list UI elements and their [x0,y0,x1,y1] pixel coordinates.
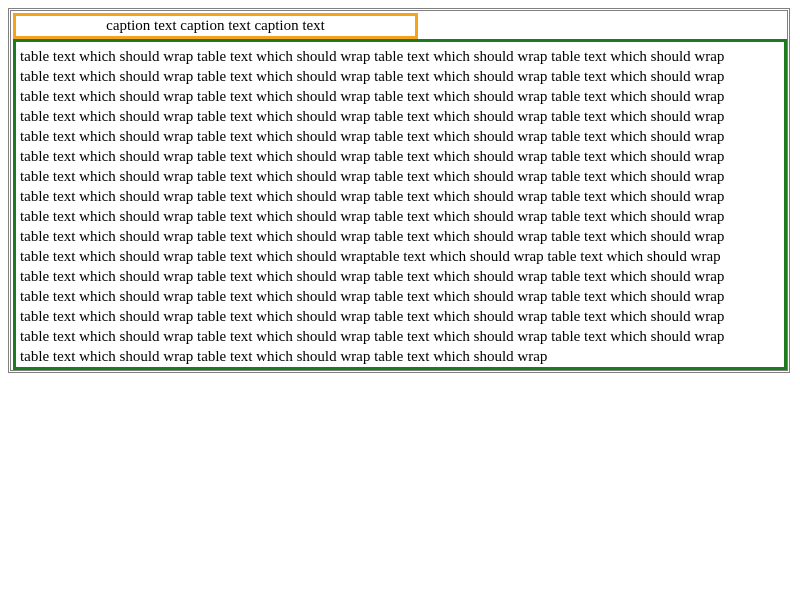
table-text-line: table text which should wrap table text … [20,269,725,285]
table-text-line: table text which should wrap table text … [20,209,725,225]
table-text-line: table text which should wrap table text … [20,129,725,145]
table-text-line: table text which should wrap table text … [20,229,725,245]
table-cell: table text which should wrap table text … [13,39,787,370]
table-caption: caption text caption text caption text [13,13,418,39]
table-text-line: table text which should wrap table text … [20,49,725,65]
table-text-line: table text which should wrap table text … [20,289,725,305]
caption-text: caption text caption text caption text [106,17,325,34]
table-text-line: table text which should wrap table text … [20,149,725,165]
table-text-line: table text which should wrap table text … [20,349,548,365]
table-text-line: table text which should wrap table text … [20,249,721,265]
table-text-line: table text which should wrap table text … [20,309,725,325]
table-text-line: table text which should wrap table text … [20,89,725,105]
table-text-line: table text which should wrap table text … [20,169,725,185]
table-text-line: table text which should wrap table text … [20,189,725,205]
table-text-line: table text which should wrap table text … [20,109,725,125]
table-text-line: table text which should wrap table text … [20,329,725,345]
table-text-line: table text which should wrap table text … [20,69,725,85]
